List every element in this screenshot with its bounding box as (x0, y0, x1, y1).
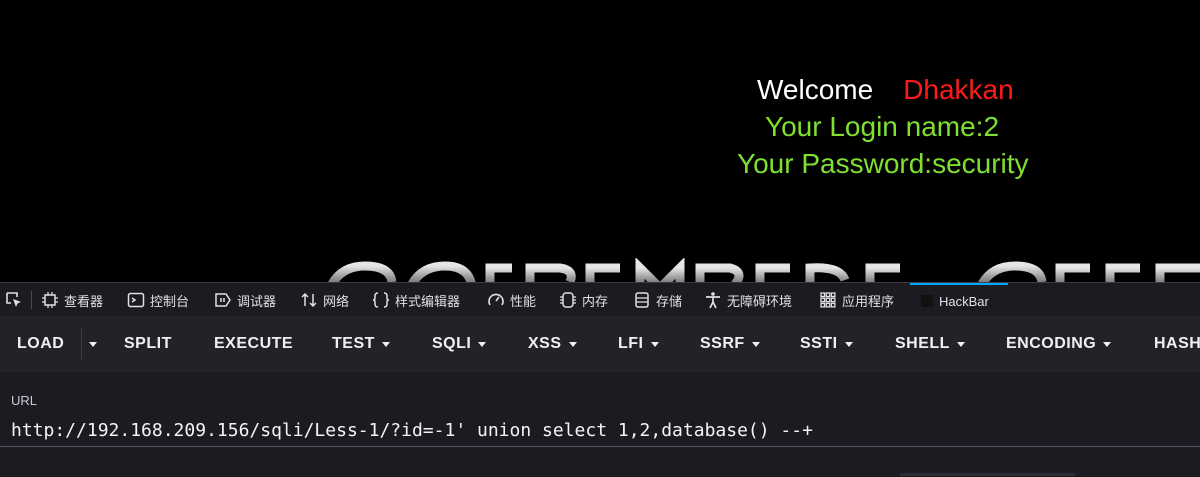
tab-application[interactable]: 应用程序 (819, 283, 894, 317)
chevron-down-icon (844, 341, 853, 347)
split-button[interactable]: SPLIT (124, 316, 172, 372)
ssrf-menu-button[interactable]: SSRF (700, 316, 760, 372)
hash-menu-button[interactable]: HASH (1154, 316, 1200, 372)
button-label: SSRF (700, 335, 745, 352)
memory-icon (560, 292, 576, 308)
banner-graphic (328, 258, 1200, 282)
button-label: SHELL (895, 335, 950, 352)
password-line: Your Password:security (737, 148, 1029, 179)
tab-label: 调试器 (237, 293, 277, 309)
test-menu-button[interactable]: TEST (332, 316, 390, 372)
chevron-down-icon (478, 341, 487, 347)
chevron-down-icon (956, 341, 965, 347)
tab-label: 样式编辑器 (395, 293, 461, 309)
tab-divider (31, 291, 32, 309)
button-label: EXECUTE (214, 335, 294, 352)
tab-memory[interactable]: 内存 (559, 283, 608, 317)
button-label: ENCODING (1006, 335, 1097, 352)
tab-label: 无障碍环境 (727, 293, 793, 309)
tab-label: 网络 (323, 293, 350, 309)
tab-hackbar[interactable]: HackBar (910, 283, 1008, 317)
element-picker-button[interactable] (2, 283, 26, 317)
url-panel: URL http://192.168.209.156/sqli/Less-1/?… (0, 372, 1200, 477)
load-dropdown-button[interactable] (81, 328, 104, 360)
tab-inspector[interactable]: 查看器 (41, 283, 103, 317)
tab-performance[interactable]: 性能 (487, 283, 536, 317)
panel-resize-handle[interactable] (900, 473, 1075, 476)
tab-label: 性能 (510, 293, 537, 309)
url-input[interactable]: http://192.168.209.156/sqli/Less-1/?id=-… (11, 420, 813, 441)
lfi-menu-button[interactable]: LFI (618, 316, 659, 372)
shell-menu-button[interactable]: SHELL (895, 316, 965, 372)
accessibility-icon (706, 292, 720, 309)
tab-network[interactable]: 网络 (300, 283, 349, 317)
tab-label: HackBar (939, 293, 989, 309)
chevron-down-icon (568, 341, 577, 347)
chevron-down-icon (1103, 341, 1112, 347)
hackbar-toolbar: LOAD SPLIT EXECUTE TEST SQLI XSS LFI SSR… (0, 316, 1200, 372)
welcome-label: Welcome (757, 74, 874, 105)
login-name-line: Your Login name:2 (765, 111, 1000, 142)
url-input-underline (0, 446, 1200, 447)
button-label: LFI (618, 335, 644, 352)
devtools-panel: 查看器 控制台 调试器 网络 样式编辑器 性能 内存 存储 无障碍环境 应用程序… (0, 282, 1200, 477)
chevron-down-icon (381, 341, 390, 347)
tab-storage[interactable]: 存储 (633, 283, 682, 317)
url-label: URL (11, 393, 38, 408)
xss-menu-button[interactable]: XSS (528, 316, 577, 372)
tab-debugger[interactable]: 调试器 (214, 283, 276, 317)
storage-icon (635, 292, 649, 308)
encoding-menu-button[interactable]: ENCODING (1006, 316, 1112, 372)
style-editor-icon (372, 292, 390, 308)
hackbar-icon (921, 295, 933, 307)
performance-icon (488, 293, 504, 306)
button-label: LOAD (17, 335, 65, 352)
tab-label: 存储 (656, 293, 683, 309)
devtools-tabbar: 查看器 控制台 调试器 网络 样式编辑器 性能 内存 存储 无障碍环境 应用程序… (0, 282, 1200, 316)
page-content: Welcome Dhakkan Your Login name:2 Your Pa… (0, 0, 1200, 282)
tab-label: 控制台 (150, 293, 190, 309)
chevron-down-icon (89, 341, 97, 347)
console-icon (127, 292, 145, 308)
tab-console[interactable]: 控制台 (127, 283, 189, 317)
button-label: HASH (1154, 335, 1200, 352)
network-icon (301, 292, 317, 308)
welcome-line: Welcome Dhakkan (757, 74, 1014, 106)
tab-label: 内存 (582, 293, 609, 309)
application-icon (820, 292, 836, 308)
button-label: SPLIT (124, 335, 172, 352)
chevron-down-icon (650, 341, 659, 347)
load-button[interactable]: LOAD (17, 316, 64, 372)
tab-label: 应用程序 (842, 293, 895, 309)
debugger-icon (215, 293, 231, 307)
sqli-menu-button[interactable]: SQLI (432, 316, 487, 372)
button-label: TEST (332, 335, 375, 352)
ssti-menu-button[interactable]: SSTI (800, 316, 853, 372)
inspector-icon (42, 292, 58, 308)
element-picker-icon (6, 292, 21, 307)
button-label: SQLI (432, 335, 472, 352)
tab-style-editor[interactable]: 样式编辑器 (372, 283, 460, 317)
button-label: SSTI (800, 335, 838, 352)
execute-button[interactable]: EXECUTE (214, 316, 293, 372)
welcome-username: Dhakkan (903, 74, 1014, 105)
tab-label: 查看器 (64, 293, 104, 309)
chevron-down-icon (751, 341, 760, 347)
tab-accessibility[interactable]: 无障碍环境 (704, 283, 792, 317)
button-label: XSS (528, 335, 562, 352)
